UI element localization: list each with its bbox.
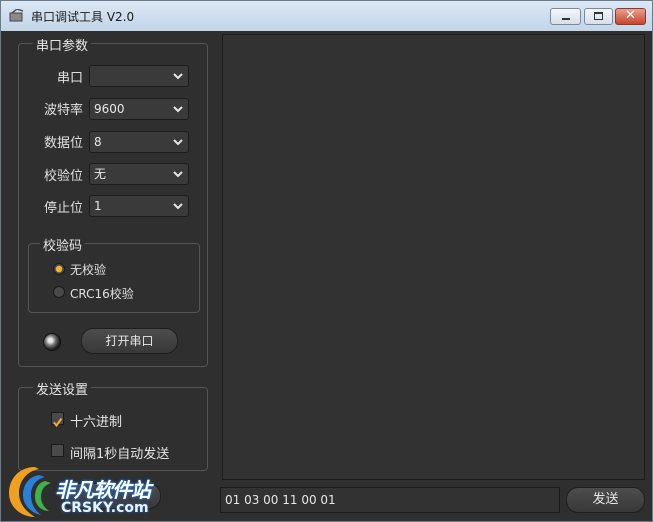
checksum-title: 校验码 bbox=[40, 235, 86, 254]
baud-select[interactable]: 9600 bbox=[89, 98, 189, 120]
send-settings-title: 发送设置 bbox=[33, 379, 92, 398]
chevron-down-icon bbox=[173, 171, 183, 178]
hex-label[interactable]: 十六进制 bbox=[70, 411, 122, 430]
receive-textarea[interactable] bbox=[222, 34, 645, 480]
no-checksum-radio[interactable] bbox=[53, 263, 65, 275]
hex-checkbox[interactable] bbox=[51, 412, 64, 428]
window-title: 串口调试工具 V2.0 bbox=[31, 10, 135, 24]
chevron-down-icon bbox=[173, 139, 183, 146]
title-bar[interactable]: 串口调试工具 V2.0 ✕ bbox=[1, 1, 652, 31]
serial-params-title: 串口参数 bbox=[33, 35, 92, 54]
baud-value: 9600 bbox=[94, 102, 125, 116]
checkmark-icon bbox=[53, 417, 63, 428]
status-led-icon bbox=[43, 333, 61, 351]
maximize-icon bbox=[594, 12, 603, 20]
databits-label: 数据位 bbox=[43, 136, 83, 151]
chevron-down-icon bbox=[173, 73, 183, 80]
chevron-down-icon bbox=[173, 203, 183, 210]
open-port-button[interactable]: 打开串口 bbox=[81, 328, 178, 354]
minimize-icon bbox=[562, 18, 570, 20]
auto-send-label[interactable]: 间隔1秒自动发送 bbox=[70, 443, 169, 462]
parity-value: 无 bbox=[94, 167, 107, 181]
port-label: 串口 bbox=[56, 71, 83, 86]
send-input[interactable]: 01 03 00 11 00 01 bbox=[220, 487, 560, 513]
maximize-button[interactable] bbox=[584, 8, 613, 25]
stopbits-label: 停止位 bbox=[43, 201, 83, 216]
baud-label: 波特率 bbox=[43, 103, 83, 118]
close-button[interactable]: ✕ bbox=[615, 8, 646, 25]
crc16-label[interactable]: CRC16校验 bbox=[70, 285, 134, 302]
app-icon bbox=[9, 9, 24, 22]
app-window: 串口调试工具 V2.0 ✕ 串口参数 串口 波特率 9600 数据位 8 校验位… bbox=[0, 0, 653, 522]
no-checksum-label[interactable]: 无校验 bbox=[70, 261, 106, 278]
close-icon: ✕ bbox=[625, 8, 636, 23]
databits-select[interactable]: 8 bbox=[89, 131, 189, 153]
chevron-down-icon bbox=[173, 106, 183, 113]
databits-value: 8 bbox=[94, 135, 102, 149]
watermark-url: CRSKY.com bbox=[61, 500, 149, 516]
stopbits-value: 1 bbox=[94, 199, 102, 213]
minimize-button[interactable] bbox=[550, 8, 581, 25]
port-select[interactable] bbox=[89, 65, 189, 87]
send-button[interactable]: 发送 bbox=[566, 487, 645, 513]
stopbits-select[interactable]: 1 bbox=[89, 195, 189, 217]
parity-label: 校验位 bbox=[43, 169, 83, 184]
crc16-radio[interactable] bbox=[53, 286, 65, 298]
parity-select[interactable]: 无 bbox=[89, 163, 189, 185]
watermark-text: 非凡软件站 bbox=[55, 478, 151, 502]
auto-send-checkbox[interactable] bbox=[51, 444, 64, 457]
